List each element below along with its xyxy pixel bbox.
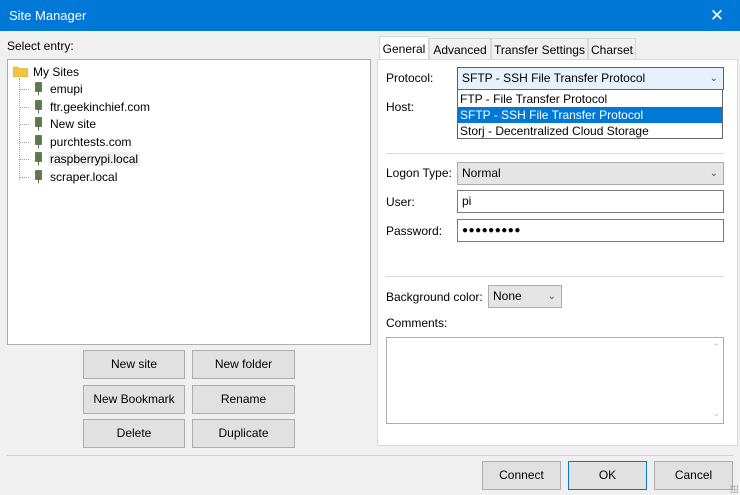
site-manager-window: { "window": { "title": "Site Manager", "… (0, 0, 740, 495)
connect-button[interactable]: Connect (482, 461, 561, 490)
tree-site-item[interactable]: emupi (48, 81, 85, 97)
tree-root-my-sites[interactable]: My Sites (31, 64, 81, 80)
protocol-label: Protocol: (386, 71, 434, 85)
server-icon (35, 134, 42, 149)
tab-transfer-settings[interactable]: Transfer Settings (491, 38, 588, 60)
tree-connector (20, 159, 29, 161)
divider (386, 153, 724, 154)
tree-site-item[interactable]: New site (48, 116, 98, 132)
protocol-select-value: SFTP - SSH File Transfer Protocol (462, 71, 646, 85)
password-label: Password: (386, 224, 443, 238)
tree-site-item[interactable]: scraper.local (48, 169, 119, 185)
protocol-dropdown[interactable]: FTP - File Transfer Protocol SFTP - SSH … (457, 89, 723, 139)
select-entry-label: Select entry: (7, 39, 74, 53)
tree-connector (19, 78, 20, 180)
tree-site-label: New site (50, 117, 97, 132)
chevron-down-icon: ⌄ (547, 291, 556, 302)
user-value: pi (462, 194, 472, 208)
new-site-button[interactable]: New site (83, 350, 185, 379)
tree-root-label: My Sites (33, 65, 80, 79)
logon-type-select[interactable]: Normal ⌄ (457, 162, 724, 185)
resize-grip[interactable] (730, 485, 738, 493)
server-icon (35, 170, 42, 184)
tab-advanced[interactable]: Advanced (429, 38, 491, 60)
logon-type-value: Normal (462, 166, 501, 180)
title-bar: Site Manager ✕ (0, 0, 740, 31)
close-icon[interactable]: ✕ (694, 0, 740, 31)
server-icon (35, 152, 42, 166)
host-label: Host: (386, 100, 415, 114)
window-title: Site Manager (9, 8, 87, 23)
tree-connector (20, 124, 29, 126)
tree-site-label: raspberrypi.local (48, 152, 141, 167)
cancel-button[interactable]: Cancel (654, 461, 733, 490)
tree-site-label: emupi (50, 82, 83, 96)
comments-textarea[interactable]: ⌃ ⌄ (386, 337, 724, 424)
server-icon (35, 117, 42, 131)
tree-connector (20, 141, 29, 143)
protocol-option-sftp[interactable]: SFTP - SSH File Transfer Protocol (458, 107, 722, 123)
tree-site-label: purchtests.com (50, 134, 132, 149)
folder-icon (13, 66, 28, 77)
tree-site-item[interactable]: purchtests.com (48, 134, 133, 150)
tree-site-label: ftr.geekinchief.com (50, 99, 151, 114)
tab-general[interactable]: General (379, 36, 429, 60)
scroll-up-icon[interactable]: ⌃ (712, 342, 720, 353)
logon-type-label: Logon Type: (386, 166, 452, 180)
scroll-down-icon[interactable]: ⌄ (712, 408, 720, 419)
background-color-value: None (493, 289, 522, 303)
user-label: User: (386, 195, 415, 209)
tree-site-item[interactable]: raspberrypi.local (48, 151, 141, 167)
password-field[interactable]: ●●●●●●●●● (457, 219, 724, 242)
tree-connector (20, 89, 29, 90)
ok-button[interactable]: OK (568, 461, 647, 490)
user-field[interactable]: pi (457, 190, 724, 213)
background-color-label: Background color: (386, 290, 483, 304)
chevron-down-icon: ⌄ (709, 168, 718, 179)
new-folder-button[interactable]: New folder (192, 350, 295, 379)
tree-site-label: scraper.local (50, 170, 118, 184)
server-icon (35, 82, 42, 96)
rename-button[interactable]: Rename (192, 385, 295, 414)
tab-charset[interactable]: Charset (588, 38, 636, 60)
protocol-option-ftp[interactable]: FTP - File Transfer Protocol (458, 91, 722, 107)
chevron-down-icon: ⌄ (709, 73, 718, 84)
background-color-select[interactable]: None ⌄ (488, 285, 562, 308)
tree-connector (20, 177, 29, 178)
footer-divider (7, 455, 733, 456)
divider (386, 276, 724, 277)
site-tree[interactable]: My Sites emupi ftr.geekinchief.com New sit… (7, 59, 371, 345)
protocol-option-storj[interactable]: Storj - Decentralized Cloud Storage (458, 123, 722, 139)
comments-label: Comments: (386, 316, 448, 330)
tree-connector (20, 106, 29, 108)
server-icon (35, 99, 42, 114)
protocol-select[interactable]: SFTP - SSH File Transfer Protocol ⌄ (457, 67, 724, 90)
password-value: ●●●●●●●●● (462, 225, 521, 236)
duplicate-button[interactable]: Duplicate (192, 419, 295, 448)
delete-button[interactable]: Delete (83, 419, 185, 448)
new-bookmark-button[interactable]: New Bookmark (83, 385, 185, 414)
tree-site-item[interactable]: ftr.geekinchief.com (48, 99, 152, 115)
